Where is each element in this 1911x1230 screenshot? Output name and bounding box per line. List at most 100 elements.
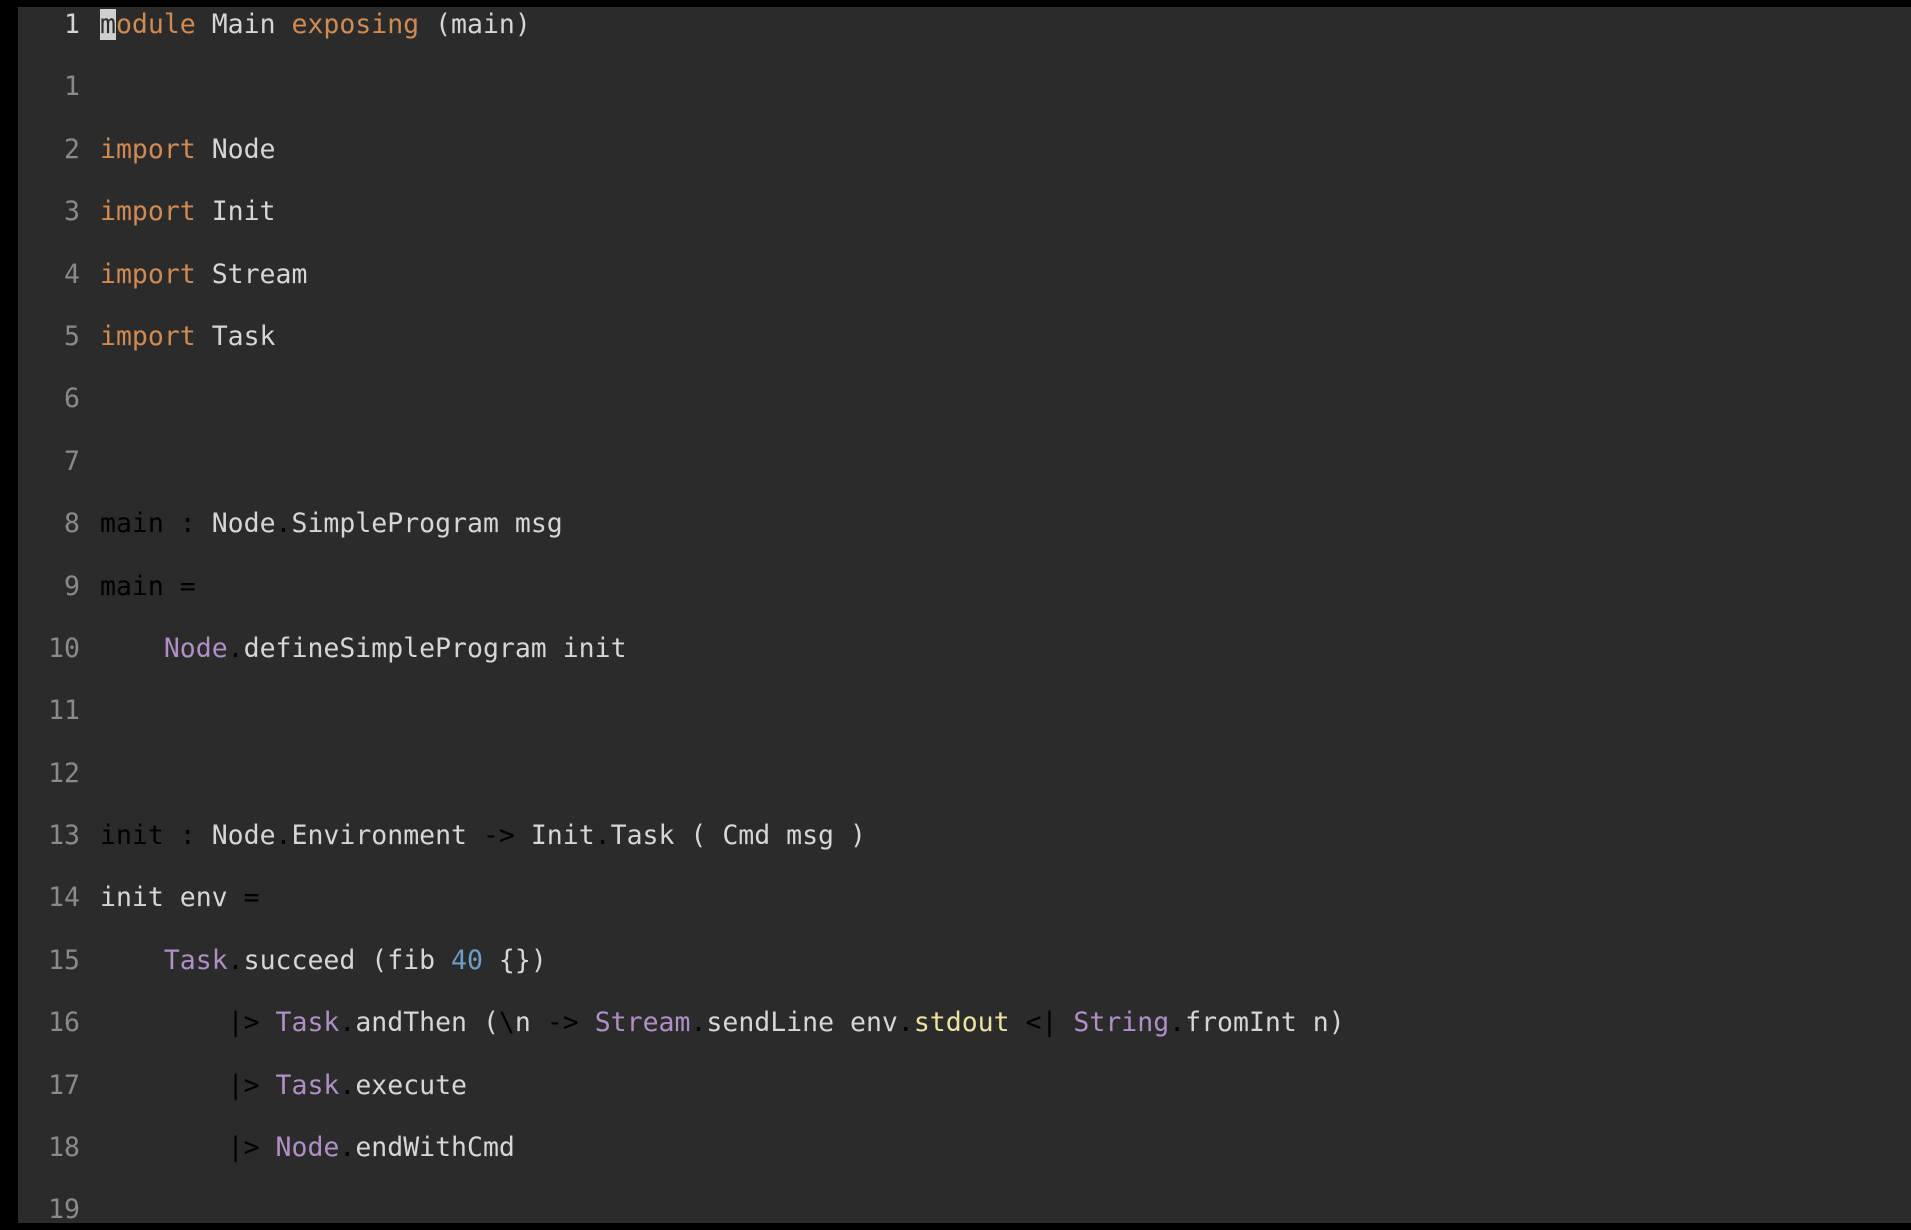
- line-number: 7: [64, 445, 80, 477]
- token-operator: :: [179, 508, 196, 540]
- token-module: Task: [275, 1007, 340, 1039]
- token-plain: Stream: [195, 258, 308, 290]
- token-plain: defineSimpleProgram init: [243, 632, 627, 664]
- token-module: Node: [163, 632, 228, 664]
- token-keyword: odule: [115, 9, 196, 40]
- token-plain: Init: [514, 820, 595, 852]
- token-operator: .: [690, 1007, 707, 1039]
- line-source: import Node: [100, 134, 276, 165]
- line-number: 3: [64, 196, 80, 228]
- token-operator: <|: [1025, 1007, 1058, 1039]
- line-number: 12: [48, 757, 80, 789]
- code-line: 7: [18, 446, 1911, 477]
- token-module: Task: [275, 1069, 340, 1101]
- line-number: 17: [48, 1069, 80, 1101]
- token-operator: ->: [546, 1007, 579, 1039]
- token-plain: andThen (: [355, 1007, 499, 1039]
- line-source: Task.succeed (fib 40 {}): [100, 945, 547, 976]
- token-operator: .: [339, 1069, 356, 1101]
- text-cursor: m: [100, 9, 116, 40]
- token-plain: execute: [355, 1069, 468, 1101]
- token-function: main: [100, 570, 164, 602]
- token-operator: .: [275, 508, 292, 540]
- code-line: 4 import Stream: [18, 259, 1911, 290]
- token-plain: Task ( Cmd msg ): [610, 820, 866, 852]
- line-number: 4: [64, 258, 80, 290]
- token-module: Node: [275, 1132, 340, 1164]
- code-line: 10 Node.defineSimpleProgram init: [18, 633, 1911, 664]
- line-number: 18: [48, 1132, 80, 1164]
- code-line: 1 module Main exposing (main): [18, 9, 1911, 40]
- code-line: 13 init : Node.Environment -> Init.Task (…: [18, 820, 1911, 851]
- token-plain: fromInt n): [1185, 1007, 1345, 1039]
- line-number: 16: [48, 1007, 80, 1039]
- code-line: 9 main =: [18, 571, 1911, 602]
- line-source: main : Node.SimpleProgram msg: [100, 508, 563, 539]
- token-number: 40: [451, 944, 483, 976]
- token-plain: n: [514, 1007, 547, 1039]
- token-plain: {}): [482, 944, 547, 976]
- line-source: import Init: [100, 196, 276, 227]
- line-source: Node.defineSimpleProgram init: [100, 633, 627, 664]
- token-plain: init env: [100, 882, 244, 914]
- token-operator: =: [179, 570, 196, 602]
- token-operator: .: [227, 632, 244, 664]
- line-number: 9: [64, 570, 80, 602]
- token-operator: :: [179, 820, 196, 852]
- line-number: 8: [64, 508, 80, 540]
- token-plain: Main: [195, 9, 292, 40]
- token-operator: .: [227, 944, 244, 976]
- code-line: 16 |> Task.andThen (\n -> Stream.sendLin…: [18, 1007, 1911, 1038]
- code-line: 1: [18, 71, 1911, 102]
- code-line: 2 import Node: [18, 134, 1911, 165]
- line-number: 2: [64, 133, 80, 165]
- code-line: 17 |> Task.execute: [18, 1070, 1911, 1101]
- token-operator: =: [243, 882, 260, 914]
- token-operator: ->: [482, 820, 515, 852]
- code-line: 11: [18, 695, 1911, 726]
- line-number: 11: [48, 695, 80, 727]
- line-source: import Stream: [100, 259, 307, 290]
- token-module: String: [1073, 1007, 1170, 1039]
- line-number: 14: [48, 882, 80, 914]
- token-operator: .: [275, 820, 292, 852]
- code-line: 6: [18, 383, 1911, 414]
- line-number: 19: [48, 1194, 80, 1223]
- code-line: 3 import Init: [18, 196, 1911, 227]
- line-source: |> Task.andThen (\n -> Stream.sendLine e…: [100, 1007, 1345, 1038]
- editor-window[interactable]: 1 module Main exposing (main) 1 2 import N…: [18, 7, 1911, 1223]
- line-number: 1: [64, 9, 80, 40]
- token-operator: |>: [227, 1069, 260, 1101]
- line-source: |> Node.endWithCmd: [100, 1132, 515, 1163]
- code-line: 12: [18, 758, 1911, 789]
- token-keyword: import: [100, 196, 196, 228]
- token-plain: Node: [195, 508, 276, 540]
- token-keyword: exposing: [291, 9, 420, 40]
- token-field: stdout: [913, 1007, 1010, 1039]
- code-text-area[interactable]: 1 module Main exposing (main) 1 2 import N…: [18, 7, 1911, 1223]
- token-operator: |>: [227, 1007, 260, 1039]
- line-source: |> Task.execute: [100, 1070, 467, 1101]
- code-line: 5 import Task: [18, 321, 1911, 352]
- token-operator: .: [339, 1132, 356, 1164]
- token-function: main: [100, 508, 164, 540]
- token-plain: endWithCmd: [355, 1132, 515, 1164]
- line-number: 1: [64, 71, 80, 103]
- token-operator: .: [1169, 1007, 1186, 1039]
- token-operator: .: [594, 820, 611, 852]
- token-plain: Environment: [291, 820, 483, 852]
- code-line: 19: [18, 1194, 1911, 1223]
- line-source: init env =: [100, 882, 260, 913]
